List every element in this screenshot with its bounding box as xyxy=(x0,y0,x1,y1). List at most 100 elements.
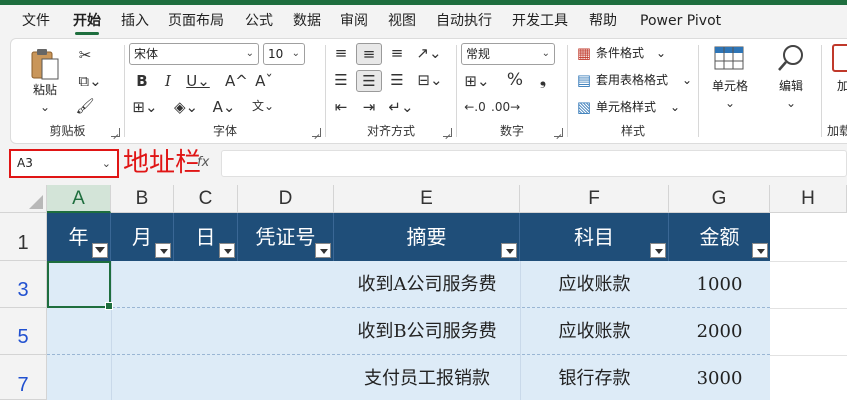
decrease-indent-icon[interactable]: ⇤ xyxy=(330,97,352,117)
cell-amount[interactable]: 2000 xyxy=(669,308,770,355)
cell-amount[interactable]: 1000 xyxy=(669,261,770,308)
paste-button[interactable]: 粘贴 ⌄ xyxy=(25,45,65,114)
filter-dropdown-icon[interactable] xyxy=(650,243,666,258)
row-header-3[interactable]: 3 xyxy=(0,261,47,308)
cut-icon[interactable]: ✂ xyxy=(75,45,95,65)
chevron-down-icon: ⌄ xyxy=(670,100,681,114)
cells-group[interactable]: 单元格 ⌄ xyxy=(699,39,761,143)
tab-page-layout[interactable]: 页面布局 xyxy=(168,5,224,38)
column-header-e[interactable]: E xyxy=(334,185,520,213)
font-launcher-icon[interactable] xyxy=(312,128,321,137)
cell-account[interactable]: 应收账款 xyxy=(520,261,669,308)
filter-dropdown-icon[interactable] xyxy=(155,243,171,258)
increase-font-icon[interactable]: A^ xyxy=(225,71,248,91)
cell-amount[interactable]: 3000 xyxy=(669,355,770,400)
worksheet-grid: A B C D E F G H 1 3 5 7 年 月 日 凭证号 摘要 科目 … xyxy=(0,185,847,400)
align-center-button[interactable]: ☰ xyxy=(356,70,382,92)
header-cell-amount[interactable]: 金额 xyxy=(669,213,770,261)
empty-column-h[interactable] xyxy=(770,213,847,400)
underline-icon[interactable]: U⌄ xyxy=(183,71,213,91)
align-bottom-icon[interactable]: ≡ xyxy=(386,43,408,63)
select-all-button[interactable] xyxy=(0,185,47,213)
borders-icon[interactable]: ⊞⌄ xyxy=(131,97,159,117)
font-color-icon[interactable]: A⌄ xyxy=(209,97,239,117)
header-cell-year[interactable]: 年 xyxy=(47,213,111,261)
editing-group[interactable]: 编辑 ⌄ xyxy=(763,39,819,143)
copy-icon[interactable]: ⧉⌄ xyxy=(75,71,105,91)
filter-dropdown-icon[interactable] xyxy=(501,243,517,258)
accounting-format-icon[interactable]: ⊞⌄ xyxy=(461,71,493,91)
increase-decimal-icon[interactable]: ←.0 xyxy=(461,97,489,117)
header-cell-month[interactable]: 月 xyxy=(111,213,174,261)
align-left-icon[interactable]: ☰ xyxy=(330,70,352,90)
tab-formulas[interactable]: 公式 xyxy=(245,5,273,38)
cell-account[interactable]: 应收账款 xyxy=(520,308,669,355)
gridline xyxy=(111,261,112,400)
row-header-5[interactable]: 5 xyxy=(0,308,47,355)
comma-style-icon[interactable]: ❟ xyxy=(533,70,553,90)
row-header-1[interactable]: 1 xyxy=(0,213,47,261)
column-header-c[interactable]: C xyxy=(174,185,238,213)
header-cell-day[interactable]: 日 xyxy=(174,213,238,261)
fill-color-icon[interactable]: ◈⌄ xyxy=(171,97,201,117)
tab-data[interactable]: 数据 xyxy=(293,5,321,38)
cell-summary[interactable]: 收到A公司服务费 xyxy=(334,261,520,308)
active-cell-a3[interactable] xyxy=(47,261,113,310)
column-header-b[interactable]: B xyxy=(111,185,174,213)
header-cell-account[interactable]: 科目 xyxy=(520,213,669,261)
increase-indent-icon[interactable]: ⇥ xyxy=(358,97,380,117)
filter-dropdown-icon[interactable] xyxy=(752,243,768,258)
cell-summary[interactable]: 收到B公司服务费 xyxy=(334,308,520,355)
align-right-icon[interactable]: ☰ xyxy=(386,70,408,90)
clipboard-launcher-icon[interactable] xyxy=(111,128,120,137)
tab-developer[interactable]: 开发工具 xyxy=(512,5,568,38)
decrease-decimal-icon[interactable]: .00→ xyxy=(491,97,520,117)
formula-input[interactable] xyxy=(221,150,847,177)
conditional-formatting-button[interactable]: ▦ 条件格式 ⌄ xyxy=(574,43,694,65)
orientation-icon[interactable]: ↗⌄ xyxy=(414,43,444,63)
align-middle-button[interactable]: ≡ xyxy=(356,43,382,65)
format-painter-icon[interactable]: 🖌 xyxy=(75,96,95,116)
column-header-h[interactable]: H xyxy=(770,185,847,213)
bold-icon[interactable]: B xyxy=(133,71,151,91)
chevron-down-icon: ⌄ xyxy=(39,100,51,114)
tab-view[interactable]: 视图 xyxy=(388,5,416,38)
tab-home[interactable]: 开始 xyxy=(73,5,101,38)
merge-center-icon[interactable]: ⊟⌄ xyxy=(414,70,446,90)
number-format-combo[interactable]: 常规 ⌄ xyxy=(461,43,555,65)
wrap-text-icon[interactable]: ↵⌄ xyxy=(386,97,416,117)
column-header-f[interactable]: F xyxy=(520,185,669,213)
percent-icon[interactable]: % xyxy=(505,70,525,90)
column-header-g[interactable]: G xyxy=(669,185,770,213)
font-name-combo[interactable]: 宋体 ⌄ xyxy=(129,43,259,65)
decrease-font-icon[interactable]: Aˇ xyxy=(253,71,275,91)
phonetic-icon[interactable]: 文⌄ xyxy=(249,96,277,116)
tab-file[interactable]: 文件 xyxy=(22,5,50,38)
number-launcher-icon[interactable] xyxy=(554,128,563,137)
cell-styles-button[interactable]: ▧ 单元格样式 ⌄ xyxy=(574,97,694,119)
cell-summary[interactable]: 支付员工报销款 xyxy=(334,355,520,400)
align-top-icon[interactable]: ≡ xyxy=(330,43,352,63)
tab-power-pivot[interactable]: Power Pivot xyxy=(640,5,721,38)
column-header-a[interactable]: A xyxy=(47,185,111,213)
italic-icon[interactable]: I xyxy=(159,71,177,91)
tab-help[interactable]: 帮助 xyxy=(589,5,617,38)
filter-dropdown-icon[interactable] xyxy=(219,243,235,258)
name-box[interactable]: A3 ⌄ xyxy=(9,149,119,178)
row-header-7[interactable]: 7 xyxy=(0,355,47,400)
cell-account[interactable]: 银行存款 xyxy=(520,355,669,400)
addins-label-fragment: 加 xyxy=(837,79,847,93)
font-size-combo[interactable]: 10 ⌄ xyxy=(263,43,305,65)
header-cell-voucher[interactable]: 凭证号 xyxy=(238,213,334,261)
alignment-launcher-icon[interactable] xyxy=(443,128,452,137)
fx-icon[interactable]: fx xyxy=(197,155,209,170)
format-as-table-button[interactable]: ▤ 套用表格格式 ⌄ xyxy=(574,70,698,92)
tab-automate[interactable]: 自动执行 xyxy=(436,5,492,38)
column-header-d[interactable]: D xyxy=(238,185,334,213)
tab-review[interactable]: 审阅 xyxy=(340,5,368,38)
header-cell-summary[interactable]: 摘要 xyxy=(334,213,520,261)
filter-dropdown-icon[interactable] xyxy=(315,243,331,258)
addins-group[interactable]: 加 加载 xyxy=(823,39,847,143)
tab-insert[interactable]: 插入 xyxy=(121,5,149,38)
filter-funnel-icon[interactable] xyxy=(92,243,108,258)
